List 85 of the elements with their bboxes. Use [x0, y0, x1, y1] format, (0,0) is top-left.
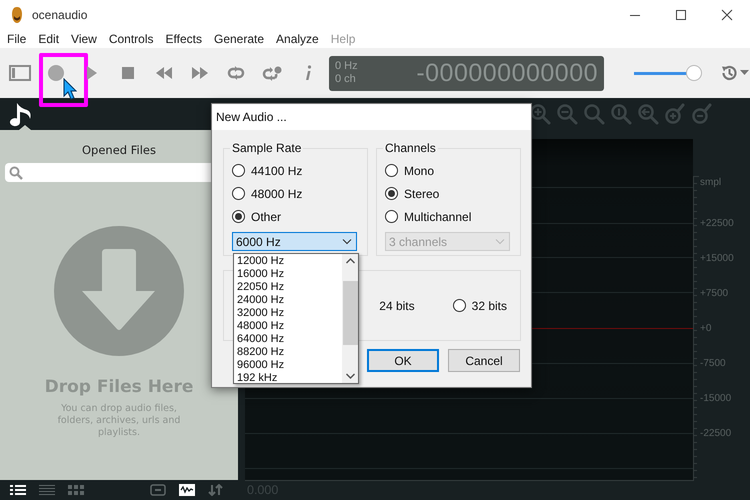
- list-option[interactable]: 16000 Hz: [234, 268, 342, 281]
- sidebar-toggle-icon[interactable]: [9, 65, 31, 81]
- fast-forward-icon[interactable]: [191, 67, 209, 79]
- radio-button[interactable]: [385, 187, 398, 200]
- waveform-view-icon[interactable]: [179, 484, 195, 496]
- axis-label: +0: [700, 322, 712, 336]
- group-title: Sample Rate: [231, 141, 302, 155]
- slider-thumb[interactable]: [686, 65, 702, 81]
- fit-icon[interactable]: [150, 484, 166, 496]
- details-view-icon[interactable]: [10, 484, 26, 496]
- zoom-in-icon[interactable]: [529, 103, 551, 125]
- time-counter: -000000000000: [415, 58, 598, 88]
- list-option[interactable]: 24000 Hz: [234, 294, 342, 307]
- scroll-up-icon[interactable]: [346, 258, 354, 264]
- play-icon[interactable]: [86, 65, 98, 81]
- list-view-icon[interactable]: [39, 484, 55, 496]
- channel-count: 0 ch: [335, 73, 357, 86]
- zoom-out-icon[interactable]: [556, 103, 578, 125]
- grid-view-icon[interactable]: [68, 484, 84, 496]
- list-option[interactable]: 22050 Hz: [234, 281, 342, 294]
- info-icon[interactable]: [304, 65, 312, 81]
- radio-label[interactable]: 24 bits: [379, 298, 415, 312]
- cursor-icon: [63, 78, 77, 100]
- zoom-out-icon[interactable]: [691, 103, 713, 125]
- axis-label: -7500: [700, 357, 727, 371]
- dialog-button[interactable]: OK: [367, 349, 439, 372]
- list-option[interactable]: 48000 Hz: [234, 320, 342, 333]
- radio-label[interactable]: Multichannel: [404, 210, 472, 224]
- magnifier-icon[interactable]: [610, 103, 632, 125]
- frequency-label: 0 Hz: [335, 60, 358, 73]
- radio-label[interactable]: 32 bits: [472, 298, 507, 312]
- radio-button[interactable]: [452, 299, 466, 312]
- axis-unit: smpl: [700, 177, 722, 189]
- zoom-back-icon[interactable]: [637, 103, 659, 125]
- close-button[interactable]: [721, 9, 733, 21]
- magnifier-icon[interactable]: [583, 103, 605, 125]
- menu-item[interactable]: Generate: [208, 32, 270, 46]
- radio-button[interactable]: [385, 210, 398, 223]
- history-icon[interactable]: [720, 64, 738, 82]
- list-option[interactable]: 32000 Hz: [234, 307, 342, 320]
- record-icon[interactable]: [47, 64, 65, 82]
- list-option[interactable]: 12000 Hz: [234, 255, 342, 268]
- scrollbar[interactable]: [342, 254, 358, 383]
- menu-item[interactable]: Controls: [102, 32, 160, 46]
- list-option[interactable]: 96000 Hz: [234, 359, 342, 372]
- scroll-thumb[interactable]: [342, 280, 358, 344]
- radio-label[interactable]: Other: [251, 210, 282, 224]
- radio-button[interactable]: [232, 164, 245, 177]
- app-icon: [10, 6, 24, 24]
- menu-item[interactable]: File: [1, 32, 32, 46]
- panel-title: Opened Files: [82, 143, 156, 157]
- loop-icon[interactable]: [227, 66, 245, 80]
- radio-label[interactable]: Mono: [404, 164, 434, 178]
- dialog-button[interactable]: Cancel: [448, 349, 520, 372]
- menu-item[interactable]: Edit: [32, 32, 66, 46]
- axis-label: +22500: [700, 217, 734, 231]
- radio-label[interactable]: 48000 Hz: [251, 186, 302, 200]
- window-title: ocenaudio: [32, 8, 88, 22]
- radio-button[interactable]: [232, 187, 245, 200]
- radio-label[interactable]: 44100 Hz: [251, 164, 302, 178]
- search-icon: [9, 166, 23, 180]
- rewind-icon[interactable]: [155, 67, 173, 79]
- maximize-button[interactable]: [675, 9, 687, 21]
- list-option[interactable]: 192 kHz: [234, 372, 342, 385]
- scroll-down-icon[interactable]: [346, 373, 354, 379]
- axis-label: -15000: [700, 392, 732, 406]
- axis-label: -22500: [700, 427, 732, 441]
- sort-icon[interactable]: [208, 484, 224, 496]
- chevron-icon: [342, 238, 352, 244]
- menu-item[interactable]: Analyze: [270, 32, 325, 46]
- group-title: Channels: [384, 141, 437, 155]
- menu-item[interactable]: Effects: [160, 32, 208, 46]
- axis-label: +7500: [700, 287, 730, 301]
- menu-item[interactable]: View: [65, 32, 103, 46]
- radio-button[interactable]: [385, 164, 398, 177]
- axis-label: +15000: [700, 252, 734, 266]
- chevron-icon: [495, 238, 505, 244]
- dialog-title: New Audio ...: [212, 104, 531, 130]
- loop-plus-icon[interactable]: [262, 65, 282, 81]
- radio-label[interactable]: Stereo: [404, 186, 440, 200]
- list-option[interactable]: 88200 Hz: [234, 346, 342, 359]
- caret-icon[interactable]: [740, 70, 749, 76]
- list-option[interactable]: 64000 Hz: [234, 333, 342, 346]
- dropdown[interactable]: 6000 Hz: [232, 232, 357, 251]
- radio-button[interactable]: [232, 210, 245, 223]
